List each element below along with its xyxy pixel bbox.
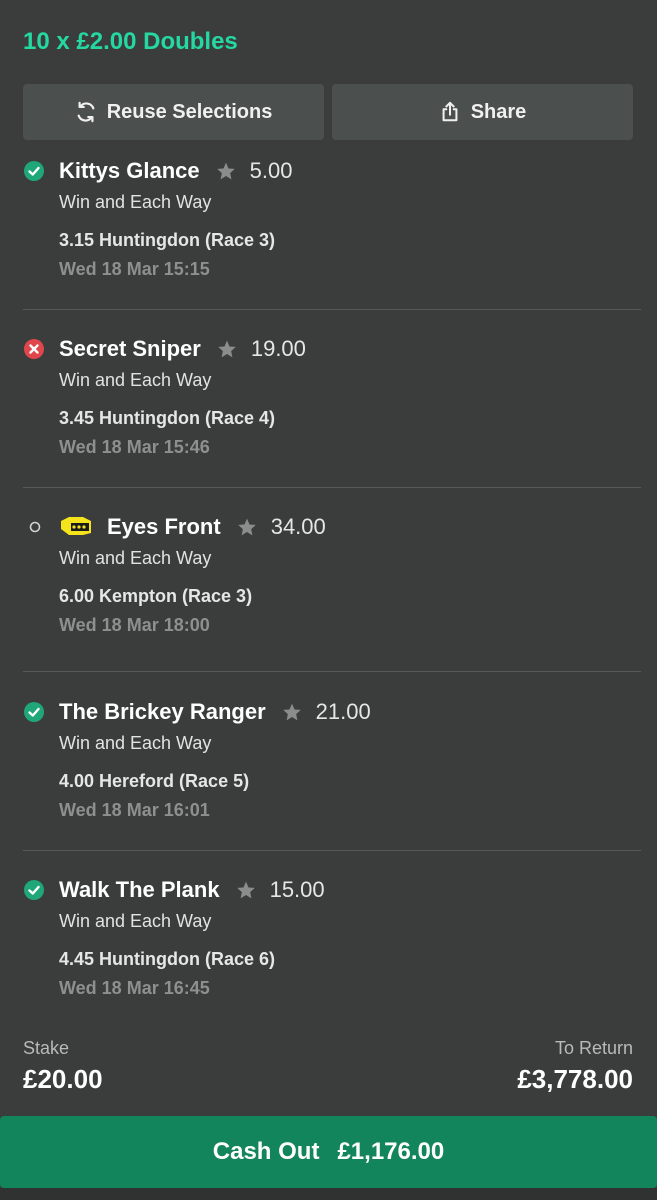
- won-check-icon: [24, 161, 44, 181]
- selection-header: Secret Sniper 19.00: [59, 334, 306, 364]
- bet-actions: Reuse Selections Share: [23, 84, 633, 140]
- star-icon[interactable]: [217, 339, 237, 359]
- selection-time: Wed 18 Mar 16:45: [59, 978, 210, 998]
- won-check-icon: [24, 880, 44, 900]
- selection-race: 6.00 Kempton (Race 3): [59, 586, 253, 606]
- selection-market: Win and Each Way: [59, 370, 212, 390]
- share-label: Share: [470, 100, 527, 123]
- selection-odds: 34.00: [270, 514, 326, 539]
- divider: [23, 309, 641, 310]
- share-icon: [442, 101, 458, 122]
- selection-race: 4.45 Huntingdon (Race 6): [59, 949, 276, 969]
- divider: [23, 850, 641, 851]
- reuse-selections-label: Reuse Selections: [106, 100, 273, 123]
- selection-item: Kittys Glance 5.00 Win and Each Way 3.15 Hu…: [0, 156, 641, 310]
- selection-race: 3.15 Huntingdon (Race 3): [59, 230, 276, 250]
- reuse-selections-button[interactable]: Reuse Selections: [23, 84, 324, 140]
- selection-item: The Brickey Ranger 21.00 Win and Each Way 4…: [0, 697, 641, 851]
- star-icon[interactable]: [237, 517, 257, 537]
- to-return-label: To Return: [554, 1038, 633, 1058]
- selection-market: Win and Each Way: [59, 733, 212, 753]
- stake-label: Stake: [23, 1038, 70, 1058]
- selection-race: 3.45 Huntingdon (Race 4): [59, 408, 276, 428]
- selection-header: Kittys Glance 5.00: [59, 156, 292, 186]
- jockey-silks-icon: [61, 517, 91, 535]
- selection-item: Eyes Front 34.00 Win and Each Way 6.00 Kemp…: [0, 512, 641, 672]
- refresh-icon: [77, 101, 95, 123]
- selection-market: Win and Each Way: [59, 192, 212, 212]
- selection-header: Eyes Front 34.00: [59, 512, 326, 542]
- selection-market: Win and Each Way: [59, 548, 212, 568]
- selection-item: Walk The Plank 15.00 Win and Each Way 4.45 …: [0, 875, 641, 1053]
- star-icon[interactable]: [236, 880, 256, 900]
- selection-odds: 19.00: [250, 336, 306, 361]
- share-button[interactable]: Share: [332, 84, 633, 140]
- selection-header: Walk The Plank 15.00: [59, 875, 325, 905]
- selection-item: Secret Sniper 19.00 Win and Each Way 3.45 H…: [0, 334, 641, 488]
- selection-name: Secret Sniper: [59, 336, 201, 361]
- cash-out-amount: £1,176.00: [337, 1138, 445, 1165]
- bet-title: 10 x £2.00 Doubles: [23, 28, 238, 55]
- selection-time: Wed 18 Mar 15:15: [59, 259, 210, 279]
- divider: [23, 671, 641, 672]
- won-check-icon: [24, 702, 44, 722]
- selection-time: Wed 18 Mar 16:01: [59, 800, 210, 820]
- divider: [23, 487, 641, 488]
- selection-name: Kittys Glance: [59, 158, 200, 183]
- star-icon[interactable]: [282, 702, 302, 722]
- cash-out-label: Cash Out: [212, 1138, 320, 1165]
- pending-circle-icon: [29, 521, 41, 533]
- selection-name: Eyes Front: [107, 514, 221, 539]
- selection-odds: 5.00: [249, 158, 293, 183]
- stake-value: £20.00: [23, 1064, 103, 1094]
- selection-race: 4.00 Hereford (Race 5): [59, 771, 250, 791]
- lost-cross-icon: [24, 339, 44, 359]
- selection-name: Walk The Plank: [59, 877, 220, 902]
- selection-time: Wed 18 Mar 15:46: [59, 437, 210, 457]
- to-return-value: £3,778.00: [517, 1064, 633, 1094]
- selection-odds: 15.00: [269, 877, 325, 902]
- selection-header: The Brickey Ranger 21.00: [59, 697, 371, 727]
- selection-odds: 21.00: [315, 699, 371, 724]
- bottom-bar: [0, 1188, 657, 1200]
- star-icon[interactable]: [216, 161, 236, 181]
- selection-market: Win and Each Way: [59, 911, 212, 931]
- cash-out-button[interactable]: Cash Out £1,176.00: [0, 1116, 657, 1188]
- selection-name: The Brickey Ranger: [59, 699, 266, 724]
- selection-time: Wed 18 Mar 18:00: [59, 615, 210, 635]
